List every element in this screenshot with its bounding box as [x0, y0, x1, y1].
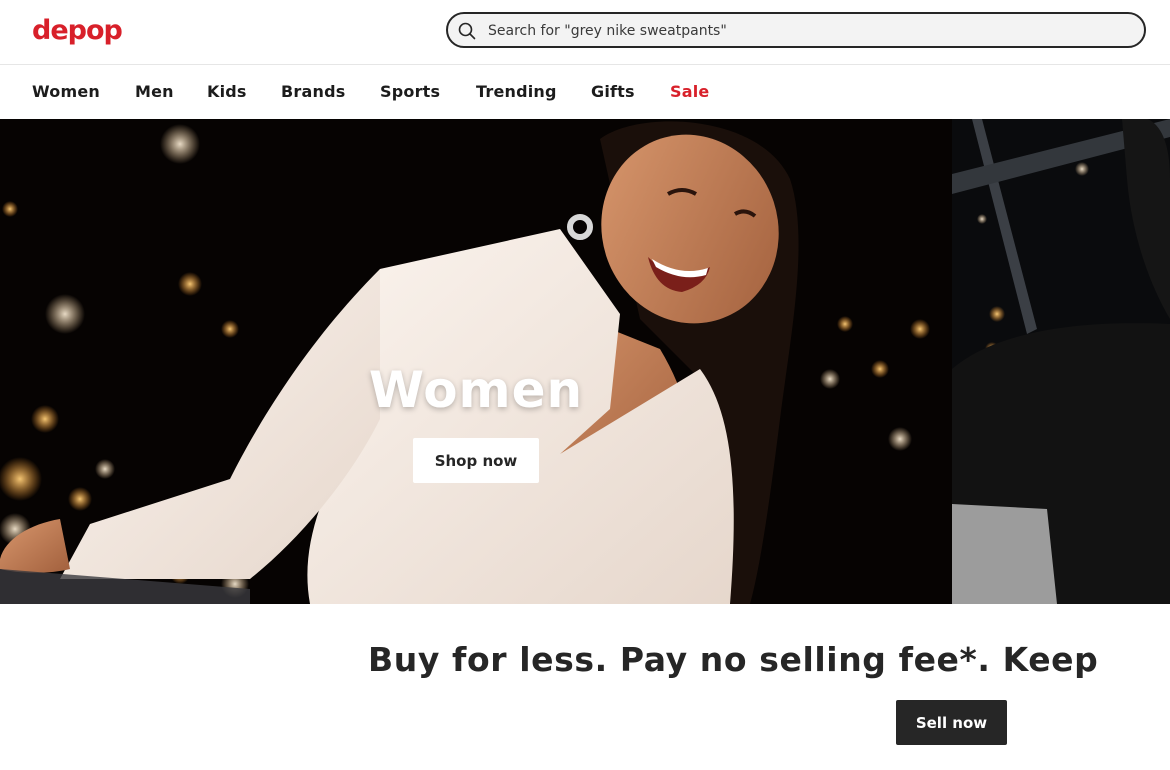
nav-item-men[interactable]: Men — [135, 82, 174, 101]
search-bar[interactable] — [446, 12, 1146, 48]
nav-item-kids[interactable]: Kids — [207, 82, 247, 101]
nav-item-women[interactable]: Women — [32, 82, 100, 101]
nav-item-gifts[interactable]: Gifts — [591, 82, 635, 101]
site-header: depop — [0, 0, 1170, 65]
shop-now-button[interactable]: Shop now — [413, 438, 539, 483]
hero-carousel: Women Shop now — [0, 119, 1170, 604]
depop-logo[interactable]: depop — [32, 15, 123, 46]
nav-item-sports[interactable]: Sports — [380, 82, 440, 101]
category-nav: Women Men Kids Brands Sports Trending Gi… — [0, 65, 1170, 119]
nav-item-trending[interactable]: Trending — [476, 82, 557, 101]
next-slide-image[interactable] — [952, 119, 1170, 604]
search-icon — [458, 22, 476, 40]
promo-headline: Buy for less. Pay no selling fee*. Keep — [368, 640, 1099, 679]
nav-item-sale[interactable]: Sale — [670, 82, 709, 101]
sell-now-button[interactable]: Sell now — [896, 700, 1007, 745]
hero-title: Women — [368, 361, 584, 419]
search-input[interactable] — [488, 20, 1128, 42]
nav-item-brands[interactable]: Brands — [281, 82, 345, 101]
